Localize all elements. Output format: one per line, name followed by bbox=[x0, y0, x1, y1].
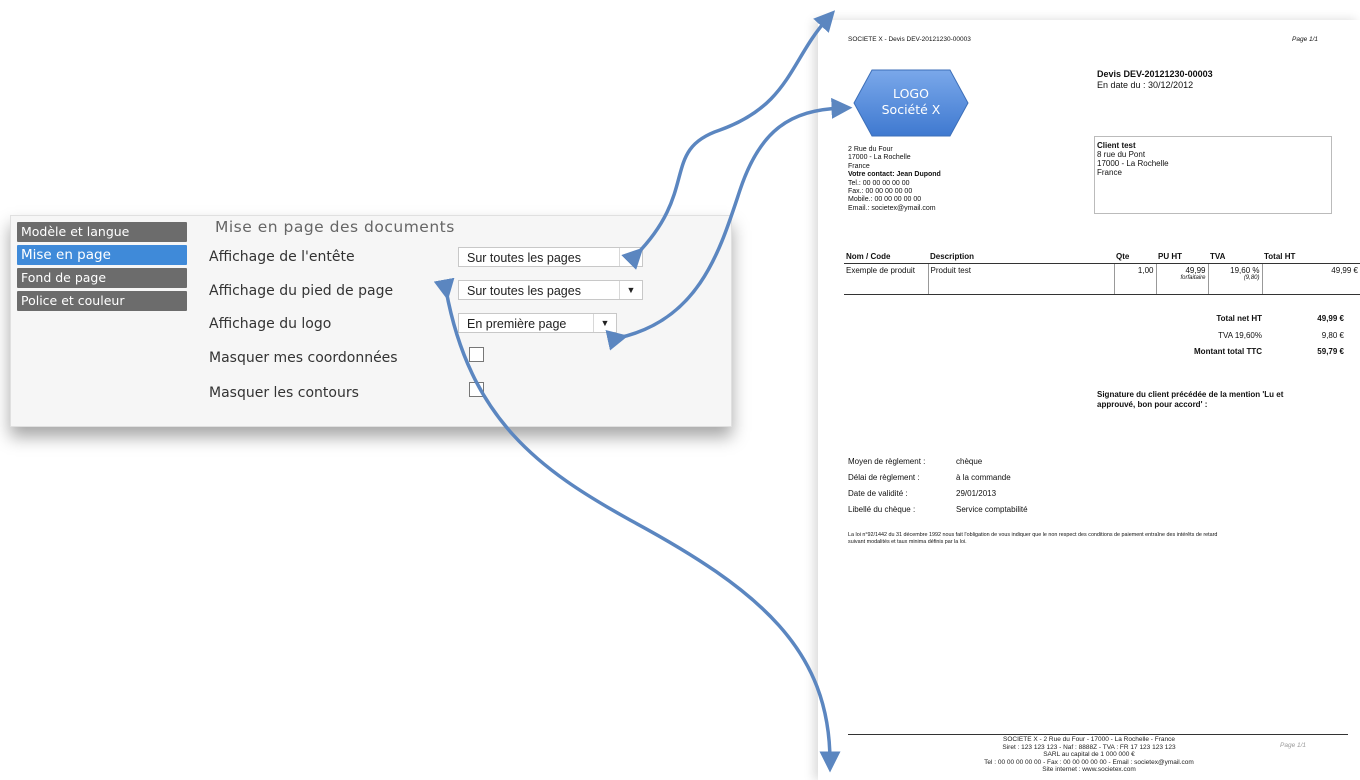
row-vat-note: (9,80) bbox=[1243, 275, 1260, 281]
cheque-label-label: Libellé du chèque : bbox=[848, 505, 916, 514]
hide-coords-label: Masquer mes coordonnées bbox=[209, 350, 398, 366]
col-unit-price: PU HT bbox=[1156, 250, 1208, 264]
col-name: Nom / Code bbox=[844, 250, 928, 264]
row-name: Exemple de produit bbox=[844, 263, 929, 295]
total-net-value: 49,99 € bbox=[1317, 314, 1344, 323]
company-mobile: Mobile.: 00 00 00 00 00 bbox=[848, 196, 922, 204]
footer-display-value: Sur toutes les pages bbox=[467, 284, 581, 298]
row-total: 49,99 € bbox=[1262, 263, 1360, 295]
doc-footer: SOCIETE X - 2 Rue du Four - 17000 - La R… bbox=[818, 736, 1360, 774]
company-city: 17000 - La Rochelle bbox=[848, 154, 911, 162]
panel-title: Mise en page des documents bbox=[215, 218, 455, 236]
layout-settings-panel: Modèle et langue Mise en page Fond de pa… bbox=[10, 215, 732, 427]
chevron-down-icon: ▼ bbox=[619, 248, 642, 266]
total-vat-label: TVA 19,60% bbox=[1218, 331, 1262, 340]
nav-item-model-language[interactable]: Modèle et langue bbox=[17, 222, 187, 242]
footer-line-4: Tel : 00 00 00 00 00 - Fax : 00 00 00 00… bbox=[984, 758, 1194, 766]
row-unit-price-value: 49,99 bbox=[1185, 266, 1206, 275]
logo-text: LOGO Société X bbox=[852, 86, 970, 118]
col-vat: TVA bbox=[1208, 250, 1262, 264]
company-address: 2 Rue du Four 17000 - La Rochelle France… bbox=[848, 146, 941, 213]
client-street: 8 rue du Pont bbox=[1097, 150, 1146, 159]
legal-line-1: La loi n°92/1442 du 31 décembre 1992 nou… bbox=[848, 532, 1218, 538]
client-name: Client test bbox=[1097, 141, 1136, 150]
row-unit-price-note: forfaitaire bbox=[1180, 275, 1206, 281]
client-address: Client test 8 rue du Pont 17000 - La Roc… bbox=[1097, 141, 1169, 177]
company-country: France bbox=[848, 162, 870, 170]
hide-borders-label: Masquer les contours bbox=[209, 385, 359, 401]
logo-display-select[interactable]: En première page ▼ bbox=[458, 313, 617, 333]
payment-values: chèque à la commande 29/01/2013 Service … bbox=[956, 454, 1028, 518]
logo-line-2: Société X bbox=[881, 102, 941, 117]
signature-line-1: Signature du client précédée de la menti… bbox=[1097, 390, 1284, 399]
footer-line-3: SARL au capital de 1 000 000 € bbox=[1043, 751, 1135, 758]
validity-date-label: Date de validité : bbox=[848, 489, 908, 498]
chevron-down-icon: ▼ bbox=[593, 314, 616, 332]
items-table: Nom / Code Description Qte PU HT TVA Tot… bbox=[844, 250, 1360, 295]
company-email: Email.: societex@ymail.com bbox=[848, 204, 936, 212]
footer-line-1: SOCIETE X - 2 Rue du Four - 17000 - La R… bbox=[1003, 736, 1175, 743]
logo-display-value: En première page bbox=[467, 317, 567, 331]
total-ttc-value: 59,79 € bbox=[1317, 347, 1344, 356]
footer-display-label: Affichage du pied de page bbox=[209, 283, 394, 299]
signature-text: Signature du client précédée de la menti… bbox=[1097, 390, 1283, 410]
row-vat-value: 19,60 % bbox=[1230, 266, 1260, 275]
table-row: Exemple de produit Produit test 1,00 49,… bbox=[844, 263, 1360, 295]
hide-coords-checkbox[interactable] bbox=[469, 347, 484, 362]
company-fax: Fax.: 00 00 00 00 00 bbox=[848, 188, 913, 196]
row-description: Produit test bbox=[928, 263, 1115, 295]
footer-line-5: Site internet : www.societex.com bbox=[1042, 766, 1136, 773]
total-vat-value: 9,80 € bbox=[1321, 331, 1344, 340]
signature-line-2: approuvé, bon pour accord' : bbox=[1097, 400, 1208, 409]
total-net-label: Total net HT bbox=[1216, 314, 1262, 323]
devis-date: En date du : 30/12/2012 bbox=[1097, 80, 1194, 90]
footer-line-2: Siret : 123 123 123 - Naf : 8888Z - TVA … bbox=[1002, 743, 1176, 751]
company-contact: Votre contact: Jean Dupond bbox=[848, 171, 941, 179]
row-unit-price: 49,99 forfaitaire bbox=[1156, 263, 1209, 295]
legal-line-2: suivant modalités et taux minima définis… bbox=[848, 539, 967, 545]
doc-header-page: Page 1/1 bbox=[1292, 36, 1319, 43]
nav-item-font-color[interactable]: Police et couleur bbox=[17, 291, 187, 311]
logo-display-label: Affichage du logo bbox=[209, 316, 332, 332]
company-logo: LOGO Société X bbox=[852, 68, 970, 138]
company-street: 2 Rue du Four bbox=[848, 146, 893, 153]
logo-line-1: LOGO bbox=[893, 86, 929, 101]
total-ttc-label: Montant total TTC bbox=[1194, 347, 1262, 356]
header-display-label: Affichage de l'entête bbox=[209, 249, 355, 265]
chevron-down-icon: ▼ bbox=[619, 281, 642, 299]
validity-date-value: 29/01/2013 bbox=[956, 489, 997, 498]
footer-divider bbox=[848, 734, 1348, 735]
payment-labels: Moyen de règlement : Délai de règlement … bbox=[848, 454, 925, 518]
header-display-select[interactable]: Sur toutes les pages ▼ bbox=[458, 247, 643, 267]
col-description: Description bbox=[928, 250, 1114, 264]
col-qty: Qte bbox=[1114, 250, 1156, 264]
row-vat: 19,60 % (9,80) bbox=[1208, 263, 1263, 295]
row-qty: 1,00 bbox=[1114, 263, 1157, 295]
hide-borders-checkbox[interactable] bbox=[469, 382, 484, 397]
client-country: France bbox=[1097, 168, 1122, 177]
nav-item-background[interactable]: Fond de page bbox=[17, 268, 187, 288]
footer-page: Page 1/1 bbox=[1280, 742, 1307, 749]
settings-nav: Modèle et langue Mise en page Fond de pa… bbox=[17, 222, 187, 314]
legal-notice: La loi n°92/1442 du 31 décembre 1992 nou… bbox=[848, 532, 1217, 546]
footer-display-select[interactable]: Sur toutes les pages ▼ bbox=[458, 280, 643, 300]
company-tel: Tel.: 00 00 00 00 00 bbox=[848, 179, 910, 187]
col-total: Total HT bbox=[1262, 250, 1360, 264]
devis-title: Devis DEV-20121230-00003 bbox=[1097, 69, 1213, 79]
nav-item-layout[interactable]: Mise en page bbox=[17, 245, 187, 265]
cheque-label-value: Service comptabilité bbox=[956, 505, 1028, 514]
payment-delay-value: à la commande bbox=[956, 473, 1011, 482]
header-display-value: Sur toutes les pages bbox=[467, 251, 581, 265]
payment-method-label: Moyen de règlement : bbox=[848, 457, 926, 466]
client-city: 17000 - La Rochelle bbox=[1097, 159, 1169, 168]
doc-header-left: SOCIETE X - Devis DEV-20121230-00003 bbox=[848, 36, 971, 43]
payment-delay-label: Délai de règlement : bbox=[848, 473, 920, 482]
table-header-row: Nom / Code Description Qte PU HT TVA Tot… bbox=[844, 250, 1360, 264]
document-preview: SOCIETE X - Devis DEV-20121230-00003 Pag… bbox=[818, 20, 1360, 780]
payment-method-value: chèque bbox=[956, 457, 983, 466]
